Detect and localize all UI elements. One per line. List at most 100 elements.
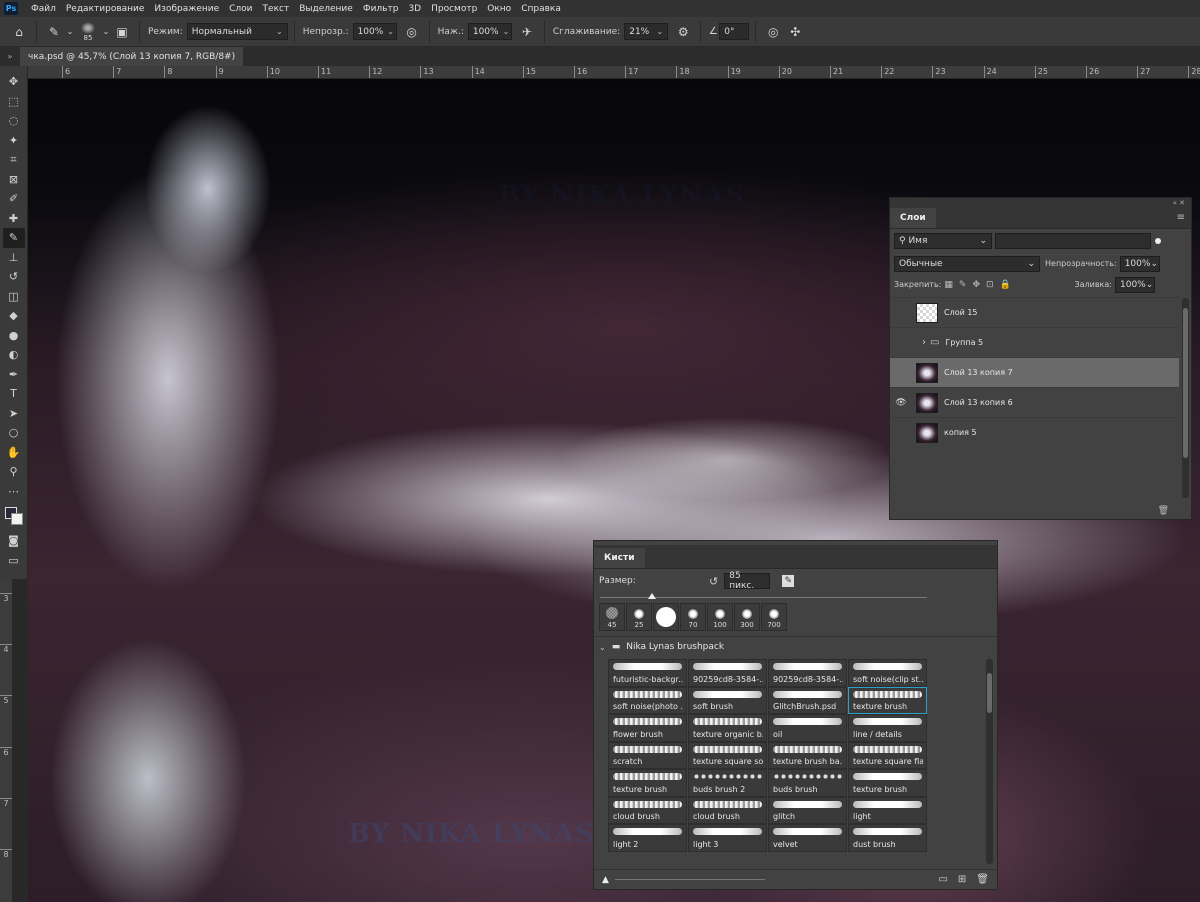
brush-preset[interactable]: texture square soft xyxy=(688,741,767,769)
brush-preset[interactable]: velvet xyxy=(768,824,847,852)
lock-all-icon[interactable]: 🔒 xyxy=(1000,280,1011,290)
layers-scrollbar-thumb[interactable] xyxy=(1183,308,1188,458)
menu-item[interactable]: Файл xyxy=(26,4,61,14)
brush-tip-preset[interactable]: 100 xyxy=(707,603,733,631)
lock-transparent-icon[interactable]: ▦ xyxy=(944,280,953,290)
color-swatches[interactable] xyxy=(3,505,25,527)
size-slider[interactable] xyxy=(600,593,927,601)
menu-item[interactable]: Выделение xyxy=(294,4,358,14)
layer-row[interactable]: Слой 15 xyxy=(890,297,1179,327)
history-brush-tool-icon[interactable]: ↺ xyxy=(3,267,25,287)
brush-preset[interactable]: dust brush xyxy=(848,824,927,852)
pen-tool-icon[interactable]: ✒ xyxy=(3,365,25,385)
brush-preset[interactable]: texture brush xyxy=(608,769,687,797)
screen-mode-icon[interactable]: ▭ xyxy=(3,551,25,571)
brush-tip-preset[interactable]: 25 xyxy=(626,603,652,631)
brush-tip-preset[interactable]: 70 xyxy=(680,603,706,631)
brush-preset[interactable]: soft brush xyxy=(688,686,767,714)
paint-bucket-tool-icon[interactable]: ◆ xyxy=(3,306,25,326)
frame-tool-icon[interactable]: ⊠ xyxy=(3,170,25,190)
chevron-right-icon[interactable]: › xyxy=(922,337,926,348)
brush-preset[interactable]: texture organic b... xyxy=(688,714,767,742)
chevron-down-icon[interactable]: ⌄ xyxy=(101,21,111,43)
healing-brush-tool-icon[interactable]: ✚ xyxy=(3,209,25,229)
eraser-tool-icon[interactable]: ◫ xyxy=(3,287,25,307)
brushes-scrollbar[interactable] xyxy=(986,659,993,864)
home-icon[interactable]: ⌂ xyxy=(8,21,30,43)
menu-item[interactable]: Просмотр xyxy=(426,4,482,14)
clone-stamp-tool-icon[interactable]: ⊥ xyxy=(3,248,25,268)
eyedropper-tool-icon[interactable]: ✐ xyxy=(3,189,25,209)
menu-item[interactable]: Слои xyxy=(224,4,257,14)
layer-row[interactable]: Слой 13 копия 7 xyxy=(890,357,1179,387)
opacity-field[interactable]: 100% ⌄ xyxy=(352,23,397,40)
trash-icon[interactable]: 🗑 xyxy=(976,874,989,885)
brush-tip-preset[interactable]: 700 xyxy=(761,603,787,631)
ellipse-tool-icon[interactable]: ○ xyxy=(3,423,25,443)
panel-collapse-bar[interactable]: « ✕ xyxy=(890,198,1191,207)
brush-preset[interactable]: buds brush xyxy=(768,769,847,797)
brush-preset[interactable]: buds brush 2 xyxy=(688,769,767,797)
brush-tool-preset-icon[interactable]: ✎ xyxy=(43,21,65,43)
brush-preset[interactable]: texture square flat xyxy=(848,741,927,769)
menu-item[interactable]: Фильтр xyxy=(358,4,404,14)
expand-panels-icon[interactable]: » xyxy=(0,52,20,61)
tab-layers[interactable]: Слои xyxy=(890,208,936,228)
new-brush-icon[interactable]: ✎ xyxy=(782,575,795,587)
hand-tool-icon[interactable]: ✋ xyxy=(3,443,25,463)
pressure-size-icon[interactable]: ◎ xyxy=(762,21,784,43)
crop-tool-icon[interactable]: ⌗ xyxy=(3,150,25,170)
blend-mode-select[interactable]: Обычные ⌄ xyxy=(894,255,1040,272)
reset-icon[interactable]: ↺ xyxy=(709,575,718,588)
filter-kind-select[interactable]: ⚲ Имя ⌄ xyxy=(894,233,992,249)
menu-item[interactable]: Справка xyxy=(516,4,566,14)
move-tool-icon[interactable]: ✥ xyxy=(3,72,25,92)
brush-preset[interactable]: 90259cd8-3584-... xyxy=(768,659,847,687)
brush-preset[interactable]: light 2 xyxy=(608,824,687,852)
brush-preset[interactable]: flower brush xyxy=(608,714,687,742)
layer-row[interactable]: › ▭ Группа 5 xyxy=(890,327,1179,357)
brush-picker[interactable]: 85 xyxy=(75,19,101,45)
gear-icon[interactable]: ⚙ xyxy=(672,21,694,43)
mode-select[interactable]: Нормальный ⌄ xyxy=(186,23,288,40)
blur-tool-icon[interactable]: ● xyxy=(3,326,25,346)
panel-menu-icon[interactable]: ≡ xyxy=(1177,212,1185,223)
brush-preset[interactable]: scratch xyxy=(608,741,687,769)
chevron-down-icon[interactable]: ⌄ xyxy=(65,21,75,43)
tab-brushes[interactable]: Кисти xyxy=(594,548,645,568)
symmetry-icon[interactable]: ✣ xyxy=(784,21,806,43)
brush-preset[interactable]: futuristic-backgr... xyxy=(608,659,687,687)
preview-size-icon[interactable]: ▲ xyxy=(602,875,609,885)
menu-item[interactable]: Редактирование xyxy=(61,4,150,14)
menu-item[interactable]: Изображение xyxy=(149,4,224,14)
brush-tip-preset[interactable]: 300 xyxy=(734,603,760,631)
more-tools-icon[interactable]: ⋯ xyxy=(3,482,25,502)
filter-toggle-icon[interactable] xyxy=(1155,238,1161,244)
brushes-scrollbar-thumb[interactable] xyxy=(987,673,992,713)
new-folder-icon[interactable]: ▭ xyxy=(938,874,947,885)
brush-preset[interactable]: texture brush xyxy=(848,769,927,797)
smoothing-field[interactable]: 21% ⌄ xyxy=(624,23,669,40)
layers-scrollbar[interactable] xyxy=(1182,298,1189,498)
menu-item[interactable]: 3D xyxy=(403,4,426,14)
angle-field[interactable]: 0° xyxy=(719,23,750,40)
background-color[interactable] xyxy=(10,513,23,525)
size-slider-thumb[interactable] xyxy=(648,593,656,599)
layer-row[interactable]: 👁 Слой 13 копия 6 xyxy=(890,387,1179,417)
brush-tip-preset[interactable]: 45 xyxy=(599,603,625,631)
magic-wand-tool-icon[interactable]: ✦ xyxy=(3,131,25,151)
pressure-field[interactable]: 100% ⌄ xyxy=(467,23,512,40)
brush-preset[interactable]: cloud brush xyxy=(608,796,687,824)
brush-preset[interactable]: cloud brush xyxy=(688,796,767,824)
filter-input[interactable] xyxy=(995,233,1151,249)
brush-preset[interactable]: line / details xyxy=(848,714,927,742)
brush-tip-preset[interactable] xyxy=(653,603,679,631)
menu-item[interactable]: Текст xyxy=(258,4,295,14)
brush-preset[interactable]: glitch xyxy=(768,796,847,824)
brush-preset[interactable]: light 3 xyxy=(688,824,767,852)
airbrush-icon[interactable]: ✈ xyxy=(516,21,538,43)
layer-row[interactable]: копия 5 xyxy=(890,417,1179,447)
zoom-tool-icon[interactable]: ⚲ xyxy=(3,462,25,482)
type-tool-icon[interactable]: T xyxy=(3,384,25,404)
lasso-tool-icon[interactable]: ◌ xyxy=(3,111,25,131)
